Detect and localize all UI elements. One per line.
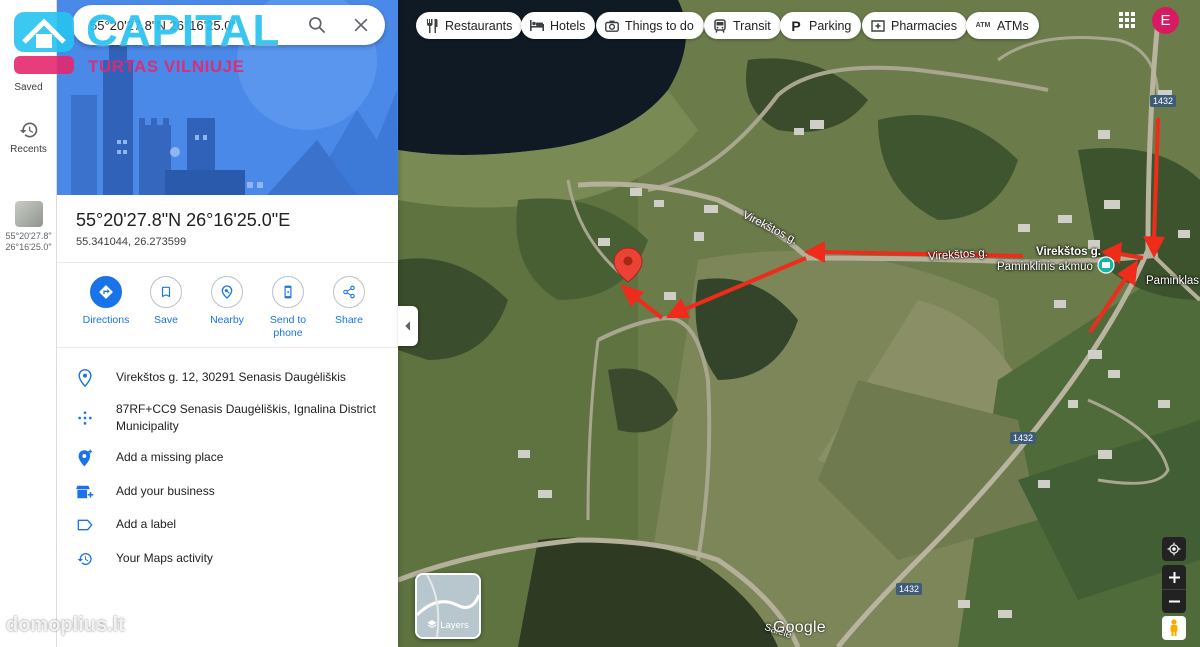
recents-label: Recents: [10, 144, 47, 155]
parking-icon: P: [791, 17, 801, 34]
save-label: Save: [154, 314, 178, 326]
poi-label: Paminklinis akmuo: [997, 261, 1093, 273]
divider: [57, 262, 398, 263]
add-business-icon: [76, 485, 94, 499]
bookmark-icon: [161, 286, 171, 298]
place-decimal-coords: 55.341044, 26.273599: [76, 236, 187, 248]
left-rail: Saved Recents 55°20'27.8" 26°16'25.0": [0, 0, 57, 647]
crosshair-icon: [1167, 542, 1181, 556]
address-row[interactable]: Virekštos g. 12, 30291 Senasis Daugėlišk…: [76, 369, 386, 387]
street-label: Virekštos g.: [1036, 246, 1101, 258]
divider: [57, 347, 398, 348]
saved-label: Saved: [14, 82, 43, 93]
save-button[interactable]: Save: [136, 276, 196, 327]
google-logo: Google: [773, 619, 826, 636]
brand-tagline: TURTAS VILNIUJE: [88, 57, 245, 76]
chip-label: Transit: [733, 18, 771, 33]
plus-code-icon: [78, 411, 92, 425]
chip-pharmacies[interactable]: Pharmacies: [862, 12, 967, 39]
chip-label: Restaurants: [445, 18, 513, 33]
plus-icon: [1168, 571, 1180, 583]
road-number-badge: 1432: [896, 583, 923, 595]
poi-label-short: Paminklas: [1146, 275, 1200, 287]
atm-icon: ATM: [975, 22, 991, 29]
chip-parking[interactable]: P Parking: [780, 12, 862, 39]
my-location-button[interactable]: [1162, 537, 1186, 561]
zoom-in-button[interactable]: [1162, 565, 1186, 589]
brand-name: CAPITAL: [86, 6, 281, 55]
satellite-map[interactable]: Virekštos g. Virekštos g. Virekštos g. P…: [398, 0, 1200, 647]
search-icon[interactable]: [307, 15, 327, 35]
maps-activity-text: Your Maps activity: [116, 551, 213, 565]
directions-label: Directions: [82, 314, 130, 326]
add-business-text: Add your business: [116, 484, 215, 498]
chip-label: Pharmacies: [891, 18, 957, 33]
place-title: 55°20'27.8"N 26°16'25.0"E: [76, 210, 291, 230]
send-to-phone-button[interactable]: Send to phone: [258, 276, 318, 340]
directions-button[interactable]: Directions: [76, 276, 136, 327]
zoom-out-button[interactable]: [1162, 589, 1186, 613]
history-icon: [77, 553, 92, 565]
recent-coords-line2: 26°16'25.0": [5, 242, 52, 252]
nearby-button[interactable]: Nearby: [197, 276, 257, 327]
phone-icon: [284, 285, 292, 299]
nearby-icon: [221, 285, 233, 299]
place-panel: 55°20'27.8"N 26°16'25.0"E 55.341044, 26.…: [57, 0, 398, 647]
maps-activity-row[interactable]: Your Maps activity: [76, 550, 386, 568]
add-label-text: Add a label: [116, 517, 177, 531]
plus-code-row[interactable]: 87RF+CC9 Senasis Daugėliškis, Ignalina D…: [76, 401, 386, 435]
hotel-icon: [530, 19, 544, 33]
share-icon: [343, 285, 355, 299]
chip-hotels[interactable]: Hotels: [521, 12, 596, 39]
pharmacy-icon: [871, 19, 885, 33]
restaurant-icon: [425, 18, 439, 33]
layers-icon: [427, 619, 437, 632]
location-pin-icon: [78, 369, 92, 387]
chip-label: ATMs: [997, 18, 1029, 33]
rail-recents[interactable]: Recents: [0, 120, 57, 155]
share-label: Share: [334, 314, 364, 326]
history-icon: [19, 122, 37, 138]
recent-place-thumbnail: [14, 201, 43, 227]
add-place-icon: [78, 449, 93, 467]
account-avatar[interactable]: E: [1152, 7, 1179, 34]
chip-things-to-do[interactable]: Things to do: [596, 12, 704, 39]
chip-label: Hotels: [550, 18, 586, 33]
rail-recent-place[interactable]: 55°20'27.8" 26°16'25.0": [0, 201, 57, 253]
label-icon: [77, 519, 93, 531]
add-missing-place-row[interactable]: Add a missing place: [76, 449, 386, 467]
chip-atms[interactable]: ATM ATMs: [966, 12, 1039, 39]
capital-logo-icon: [14, 12, 74, 74]
chip-restaurants[interactable]: Restaurants: [416, 12, 523, 39]
map-imagery: [398, 0, 1200, 647]
directions-icon: [99, 285, 113, 299]
camera-icon: [605, 19, 619, 33]
chip-transit[interactable]: Transit: [704, 12, 781, 39]
share-button[interactable]: Share: [319, 276, 379, 327]
road-number-badge: 1432: [1010, 432, 1037, 444]
pegman-icon: [1170, 619, 1178, 636]
address-text: Virekštos g. 12, 30291 Senasis Daugėlišk…: [116, 370, 346, 384]
layers-button[interactable]: Layers: [415, 573, 481, 639]
minus-icon: [1168, 600, 1180, 603]
watermark: domoplius.lt: [6, 614, 125, 636]
add-business-row[interactable]: Add your business: [76, 483, 386, 501]
street-view-pegman[interactable]: [1162, 616, 1186, 640]
monument-poi-icon[interactable]: [1097, 256, 1115, 274]
chip-label: Things to do: [625, 18, 694, 33]
road-number-badge: 1432: [1150, 95, 1177, 107]
recent-coords-line1: 55°20'27.8": [5, 231, 52, 241]
send-to-phone-label: Send to phone: [269, 314, 307, 339]
chevron-left-icon: [405, 321, 411, 331]
add-missing-place-text: Add a missing place: [116, 450, 224, 464]
chip-label: Parking: [809, 18, 852, 33]
apps-grid-icon[interactable]: [1119, 12, 1135, 28]
close-icon[interactable]: [351, 15, 371, 35]
transit-icon: [713, 18, 727, 33]
collapse-panel-button[interactable]: [398, 306, 418, 346]
plus-code-text: 87RF+CC9 Senasis Daugėliškis, Ignalina D…: [116, 402, 376, 433]
add-label-row[interactable]: Add a label: [76, 516, 386, 534]
layers-label: Layers: [440, 620, 469, 632]
nearby-label: Nearby: [210, 314, 244, 326]
